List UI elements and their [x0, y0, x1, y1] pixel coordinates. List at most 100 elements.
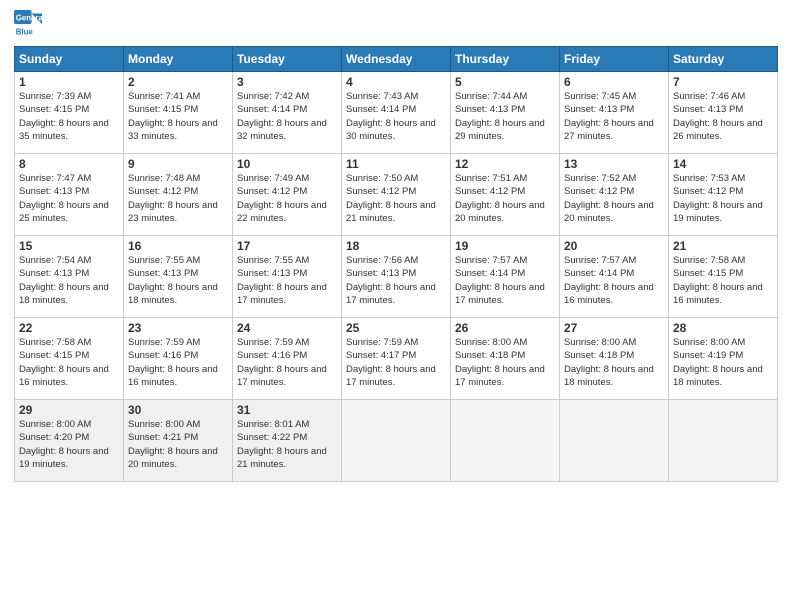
- day-info: Sunrise: 7:50 AM Sunset: 4:12 PM Dayligh…: [346, 172, 446, 225]
- sunrise-label: Sunrise: 7:48 AM: [128, 173, 200, 184]
- calendar-cell: 23 Sunrise: 7:59 AM Sunset: 4:16 PM Dayl…: [124, 318, 233, 400]
- sunset-label: Sunset: 4:19 PM: [673, 350, 743, 361]
- calendar-table: SundayMondayTuesdayWednesdayThursdayFrid…: [14, 46, 778, 482]
- sunset-label: Sunset: 4:14 PM: [346, 104, 416, 115]
- daylight-label: Daylight: 8 hours and 21 minutes.: [237, 446, 327, 470]
- sunrise-label: Sunrise: 7:49 AM: [237, 173, 309, 184]
- calendar-week-row: 1 Sunrise: 7:39 AM Sunset: 4:15 PM Dayli…: [15, 72, 778, 154]
- calendar-cell: 13 Sunrise: 7:52 AM Sunset: 4:12 PM Dayl…: [560, 154, 669, 236]
- day-info: Sunrise: 7:57 AM Sunset: 4:14 PM Dayligh…: [455, 254, 555, 307]
- day-info: Sunrise: 7:55 AM Sunset: 4:13 PM Dayligh…: [237, 254, 337, 307]
- calendar-cell: 11 Sunrise: 7:50 AM Sunset: 4:12 PM Dayl…: [342, 154, 451, 236]
- sunrise-label: Sunrise: 7:50 AM: [346, 173, 418, 184]
- sunset-label: Sunset: 4:12 PM: [564, 186, 634, 197]
- sunrise-label: Sunrise: 7:51 AM: [455, 173, 527, 184]
- sunset-label: Sunset: 4:12 PM: [455, 186, 525, 197]
- sunrise-label: Sunrise: 7:57 AM: [455, 255, 527, 266]
- sunset-label: Sunset: 4:13 PM: [346, 268, 416, 279]
- daylight-label: Daylight: 8 hours and 17 minutes.: [455, 364, 545, 388]
- day-info: Sunrise: 7:48 AM Sunset: 4:12 PM Dayligh…: [128, 172, 228, 225]
- svg-text:Blue: Blue: [16, 28, 34, 37]
- calendar-cell: 27 Sunrise: 8:00 AM Sunset: 4:18 PM Dayl…: [560, 318, 669, 400]
- day-info: Sunrise: 7:52 AM Sunset: 4:12 PM Dayligh…: [564, 172, 664, 225]
- day-number: 22: [19, 321, 119, 335]
- sunset-label: Sunset: 4:17 PM: [346, 350, 416, 361]
- day-info: Sunrise: 8:00 AM Sunset: 4:19 PM Dayligh…: [673, 336, 773, 389]
- sunset-label: Sunset: 4:13 PM: [455, 104, 525, 115]
- day-info: Sunrise: 8:01 AM Sunset: 4:22 PM Dayligh…: [237, 418, 337, 471]
- day-number: 1: [19, 75, 119, 89]
- calendar-header-row: SundayMondayTuesdayWednesdayThursdayFrid…: [15, 47, 778, 72]
- daylight-label: Daylight: 8 hours and 30 minutes.: [346, 118, 436, 142]
- daylight-label: Daylight: 8 hours and 19 minutes.: [673, 200, 763, 224]
- sunset-label: Sunset: 4:22 PM: [237, 432, 307, 443]
- day-info: Sunrise: 7:39 AM Sunset: 4:15 PM Dayligh…: [19, 90, 119, 143]
- daylight-label: Daylight: 8 hours and 17 minutes.: [455, 282, 545, 306]
- sunset-label: Sunset: 4:15 PM: [673, 268, 743, 279]
- daylight-label: Daylight: 8 hours and 26 minutes.: [673, 118, 763, 142]
- day-number: 25: [346, 321, 446, 335]
- calendar-cell: 15 Sunrise: 7:54 AM Sunset: 4:13 PM Dayl…: [15, 236, 124, 318]
- daylight-label: Daylight: 8 hours and 27 minutes.: [564, 118, 654, 142]
- calendar-cell: 6 Sunrise: 7:45 AM Sunset: 4:13 PM Dayli…: [560, 72, 669, 154]
- calendar-cell: [669, 400, 778, 482]
- header: General Blue: [14, 10, 778, 38]
- sunset-label: Sunset: 4:15 PM: [19, 104, 89, 115]
- daylight-label: Daylight: 8 hours and 17 minutes.: [346, 364, 436, 388]
- day-info: Sunrise: 8:00 AM Sunset: 4:18 PM Dayligh…: [564, 336, 664, 389]
- calendar-cell: 3 Sunrise: 7:42 AM Sunset: 4:14 PM Dayli…: [233, 72, 342, 154]
- sunset-label: Sunset: 4:15 PM: [128, 104, 198, 115]
- daylight-label: Daylight: 8 hours and 16 minutes.: [564, 282, 654, 306]
- calendar-day-header: Thursday: [451, 47, 560, 72]
- daylight-label: Daylight: 8 hours and 35 minutes.: [19, 118, 109, 142]
- sunrise-label: Sunrise: 7:59 AM: [128, 337, 200, 348]
- calendar-cell: 10 Sunrise: 7:49 AM Sunset: 4:12 PM Dayl…: [233, 154, 342, 236]
- daylight-label: Daylight: 8 hours and 16 minutes.: [128, 364, 218, 388]
- day-number: 5: [455, 75, 555, 89]
- sunset-label: Sunset: 4:12 PM: [128, 186, 198, 197]
- sunset-label: Sunset: 4:20 PM: [19, 432, 89, 443]
- day-number: 4: [346, 75, 446, 89]
- calendar-cell: [342, 400, 451, 482]
- calendar-cell: 16 Sunrise: 7:55 AM Sunset: 4:13 PM Dayl…: [124, 236, 233, 318]
- sunrise-label: Sunrise: 7:58 AM: [19, 337, 91, 348]
- day-number: 8: [19, 157, 119, 171]
- sunset-label: Sunset: 4:12 PM: [673, 186, 743, 197]
- sunset-label: Sunset: 4:13 PM: [19, 268, 89, 279]
- day-info: Sunrise: 8:00 AM Sunset: 4:20 PM Dayligh…: [19, 418, 119, 471]
- calendar-cell: [560, 400, 669, 482]
- day-number: 21: [673, 239, 773, 253]
- day-info: Sunrise: 7:42 AM Sunset: 4:14 PM Dayligh…: [237, 90, 337, 143]
- calendar-week-row: 22 Sunrise: 7:58 AM Sunset: 4:15 PM Dayl…: [15, 318, 778, 400]
- daylight-label: Daylight: 8 hours and 20 minutes.: [564, 200, 654, 224]
- sunrise-label: Sunrise: 7:43 AM: [346, 91, 418, 102]
- daylight-label: Daylight: 8 hours and 17 minutes.: [237, 282, 327, 306]
- daylight-label: Daylight: 8 hours and 20 minutes.: [455, 200, 545, 224]
- day-number: 10: [237, 157, 337, 171]
- day-number: 15: [19, 239, 119, 253]
- daylight-label: Daylight: 8 hours and 18 minutes.: [564, 364, 654, 388]
- sunrise-label: Sunrise: 8:00 AM: [455, 337, 527, 348]
- sunrise-label: Sunrise: 7:44 AM: [455, 91, 527, 102]
- calendar-day-header: Wednesday: [342, 47, 451, 72]
- day-info: Sunrise: 7:58 AM Sunset: 4:15 PM Dayligh…: [673, 254, 773, 307]
- calendar-day-header: Sunday: [15, 47, 124, 72]
- calendar-cell: 21 Sunrise: 7:58 AM Sunset: 4:15 PM Dayl…: [669, 236, 778, 318]
- calendar-week-row: 29 Sunrise: 8:00 AM Sunset: 4:20 PM Dayl…: [15, 400, 778, 482]
- calendar-day-header: Friday: [560, 47, 669, 72]
- daylight-label: Daylight: 8 hours and 22 minutes.: [237, 200, 327, 224]
- sunrise-label: Sunrise: 7:46 AM: [673, 91, 745, 102]
- calendar-cell: 17 Sunrise: 7:55 AM Sunset: 4:13 PM Dayl…: [233, 236, 342, 318]
- day-info: Sunrise: 7:58 AM Sunset: 4:15 PM Dayligh…: [19, 336, 119, 389]
- day-number: 18: [346, 239, 446, 253]
- daylight-label: Daylight: 8 hours and 16 minutes.: [19, 364, 109, 388]
- calendar-cell: 28 Sunrise: 8:00 AM Sunset: 4:19 PM Dayl…: [669, 318, 778, 400]
- calendar-cell: 24 Sunrise: 7:59 AM Sunset: 4:16 PM Dayl…: [233, 318, 342, 400]
- svg-text:General: General: [16, 14, 42, 23]
- day-number: 26: [455, 321, 555, 335]
- sunrise-label: Sunrise: 7:54 AM: [19, 255, 91, 266]
- day-info: Sunrise: 7:41 AM Sunset: 4:15 PM Dayligh…: [128, 90, 228, 143]
- sunrise-label: Sunrise: 7:59 AM: [237, 337, 309, 348]
- day-number: 12: [455, 157, 555, 171]
- day-info: Sunrise: 7:55 AM Sunset: 4:13 PM Dayligh…: [128, 254, 228, 307]
